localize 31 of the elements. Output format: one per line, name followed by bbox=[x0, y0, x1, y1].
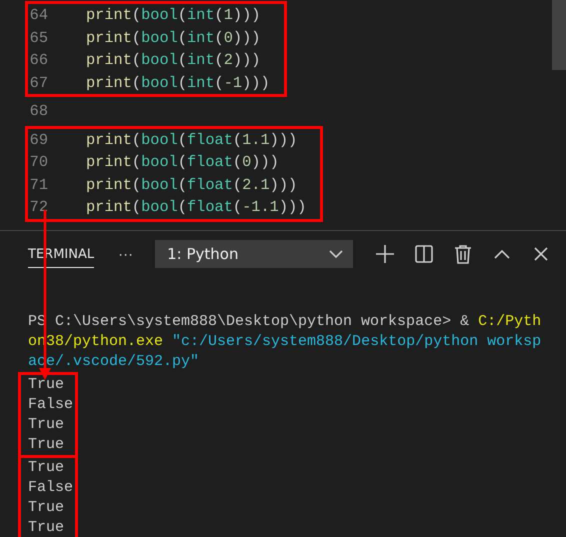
line-number: 64 bbox=[28, 6, 48, 24]
code-line: print(bool(int(0))) bbox=[86, 28, 260, 47]
line-number: 69 bbox=[28, 130, 48, 149]
output-line: True bbox=[28, 518, 64, 537]
split-icon[interactable] bbox=[413, 243, 436, 265]
code-line: print(bool(float(1.1))) bbox=[86, 130, 298, 149]
line-number: 67 bbox=[28, 74, 48, 92]
output-line: True bbox=[28, 458, 64, 478]
more-button[interactable]: ··· bbox=[118, 246, 134, 262]
line-number: 68 bbox=[28, 102, 48, 120]
chevron-down-icon[interactable] bbox=[329, 249, 344, 259]
code-line: print(bool(int(-1))) bbox=[86, 74, 270, 92]
terminal-dropdown[interactable]: 1: Python bbox=[155, 240, 354, 268]
line-number: 71 bbox=[28, 176, 48, 194]
line-number: 70 bbox=[28, 153, 48, 172]
output-line: True bbox=[28, 498, 64, 518]
line-number: 66 bbox=[28, 51, 48, 70]
code-line: print(bool(float(0))) bbox=[86, 153, 279, 172]
output-line: False bbox=[28, 395, 74, 415]
output-line: True bbox=[28, 415, 64, 435]
plus-icon[interactable] bbox=[374, 243, 396, 265]
output-line: True bbox=[28, 435, 64, 455]
output-line: True bbox=[28, 375, 64, 395]
line-number: 72 bbox=[28, 198, 48, 216]
code-line: print(bool(float(-1.1))) bbox=[86, 198, 306, 216]
scrollbar-thumb[interactable] bbox=[552, 0, 566, 70]
code-line: print(bool(float(2.1))) bbox=[86, 176, 298, 194]
output-line: False bbox=[28, 478, 74, 498]
line-number: 65 bbox=[28, 28, 48, 47]
code-line: print(bool(int(2))) bbox=[86, 51, 260, 70]
code-line: print(bool(int(1))) bbox=[86, 6, 260, 24]
